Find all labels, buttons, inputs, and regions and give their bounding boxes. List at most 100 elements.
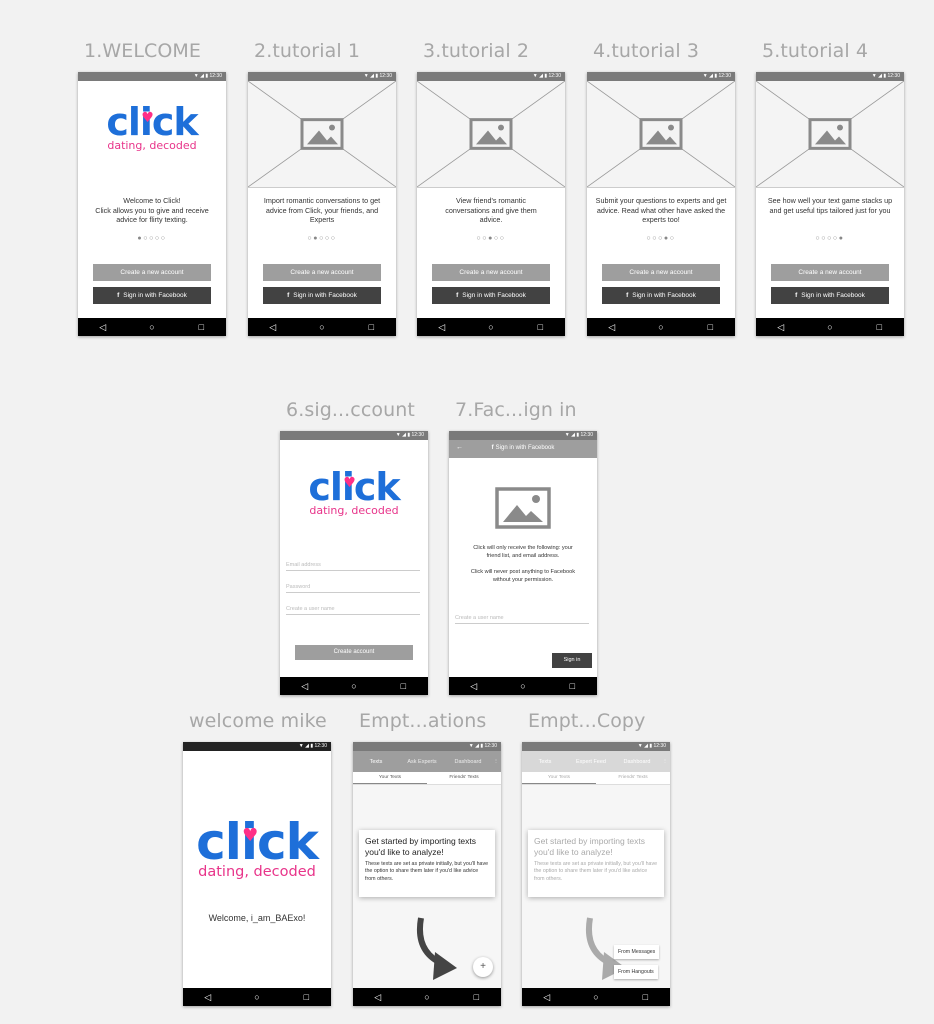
overflow-menu-icon[interactable]: ⋮	[491, 759, 501, 765]
home-icon[interactable]: ○	[142, 322, 162, 332]
home-icon[interactable]: ○	[513, 681, 533, 691]
back-icon[interactable]: ◁	[295, 681, 315, 692]
recent-apps-icon[interactable]: □	[191, 322, 211, 332]
username-field[interactable]: Create a user name	[455, 612, 589, 624]
create-account-button[interactable]: Create a new account	[771, 264, 889, 281]
facebook-signin-button[interactable]: f Sign in with Facebook	[771, 287, 889, 304]
welcome-username-text: Welcome, i_am_BAExo!	[208, 913, 306, 923]
board-title[interactable]: 2.tutorial 1	[254, 40, 360, 62]
heart-icon: ♥	[242, 825, 258, 846]
board-tutorial-2: 3.tutorial 2 ▼ ◢ ▮ 12:30 View friend's r…	[417, 40, 565, 336]
curved-arrow-icon	[413, 914, 463, 984]
import-from-hangouts-option[interactable]: From Hangouts	[614, 965, 658, 979]
tab-dashboard[interactable]: Dashboard	[445, 759, 491, 765]
create-account-button[interactable]: Create a new account	[432, 264, 550, 281]
home-icon[interactable]: ○	[586, 992, 606, 1002]
page-indicator[interactable]: ○○●○○	[417, 235, 565, 242]
email-field[interactable]: Email address	[286, 559, 420, 571]
create-account-button[interactable]: Create a new account	[602, 264, 720, 281]
create-account-button[interactable]: Create a new account	[263, 264, 381, 281]
create-account-submit-button[interactable]: Create account	[295, 645, 413, 660]
sign-in-button[interactable]: Sign in	[552, 653, 592, 668]
recent-apps-icon[interactable]: □	[393, 681, 413, 691]
board-title[interactable]: 3.tutorial 2	[423, 40, 529, 62]
facebook-signin-button[interactable]: f Sign in with Facebook	[432, 287, 550, 304]
board-facebook-sign-in: 7.Fac...ign in ▼ ◢ ▮ 12:30 ← f Sign in wi…	[449, 399, 597, 695]
page-indicator[interactable]: ○○○○●	[756, 235, 904, 242]
home-icon[interactable]: ○	[344, 681, 364, 691]
back-icon[interactable]: ◁	[368, 992, 388, 1003]
empty-state-title: Get started by importing texts you'd lik…	[534, 836, 646, 857]
subtab-friends-texts[interactable]: Friends' Texts	[596, 772, 670, 784]
add-text-fab-button[interactable]: +	[473, 957, 493, 977]
tab-expert-feed[interactable]: Expert Feed	[568, 759, 614, 765]
board-tutorial-1: 2.tutorial 1 ▼ ◢ ▮ 12:30 Import romantic…	[248, 40, 396, 336]
tutorial-text: Submit your questions to experts and get…	[595, 196, 727, 225]
subtab-your-texts[interactable]: Your Texts	[353, 772, 427, 784]
recent-apps-icon[interactable]: □	[466, 992, 486, 1002]
back-icon[interactable]: ◁	[432, 322, 452, 333]
back-icon[interactable]: ◁	[93, 322, 113, 333]
main-tabs: Texts Expert Feed Dashboard ⋮	[522, 751, 670, 772]
nav-bar: ◁ ○ □	[587, 318, 735, 336]
board-title[interactable]: Empt...Copy	[528, 710, 645, 732]
recent-apps-icon[interactable]: □	[700, 322, 720, 332]
board-title[interactable]: 6.sig...ccount	[286, 399, 415, 421]
home-icon[interactable]: ○	[247, 992, 267, 1002]
back-icon[interactable]: ◁	[198, 992, 218, 1003]
back-icon[interactable]: ◁	[464, 681, 484, 692]
tab-dashboard[interactable]: Dashboard	[614, 759, 660, 765]
facebook-icon: f	[491, 445, 494, 451]
nav-bar: ◁ ○ □	[756, 318, 904, 336]
sub-tabs: Your Texts Friends' Texts	[353, 772, 501, 785]
username-field[interactable]: Create a user name	[286, 603, 420, 615]
back-icon[interactable]: ◁	[602, 322, 622, 333]
nav-bar: ◁ ○ □	[183, 988, 331, 1006]
recent-apps-icon[interactable]: □	[562, 681, 582, 691]
status-bar: ▼ ◢ ▮ 12:30	[280, 431, 428, 440]
tab-ask-experts[interactable]: Ask Experts	[399, 759, 445, 765]
home-icon[interactable]: ○	[481, 322, 501, 332]
empty-state-body: These texts are set as private initially…	[365, 861, 489, 882]
create-account-button[interactable]: Create a new account	[93, 264, 211, 281]
main-tabs: Texts Ask Experts Dashboard ⋮	[353, 751, 501, 772]
board-title[interactable]: 5.tutorial 4	[762, 40, 868, 62]
import-from-messages-option[interactable]: From Messages	[614, 945, 660, 959]
status-bar: ▼ ◢ ▮ 12:30	[587, 72, 735, 81]
page-indicator[interactable]: ●○○○○	[78, 235, 226, 242]
recent-apps-icon[interactable]: □	[296, 992, 316, 1002]
back-icon[interactable]: ◁	[771, 322, 791, 333]
home-icon[interactable]: ○	[312, 322, 332, 332]
status-bar: ▼ ◢ ▮ 12:30	[353, 742, 501, 751]
subtab-your-texts[interactable]: Your Texts	[522, 772, 596, 784]
password-field[interactable]: Password	[286, 581, 420, 593]
facebook-signin-button[interactable]: f Sign in with Facebook	[93, 287, 211, 304]
board-title[interactable]: 7.Fac...ign in	[455, 399, 577, 421]
recent-apps-icon[interactable]: □	[869, 322, 889, 332]
image-placeholder-icon	[495, 487, 551, 529]
home-icon[interactable]: ○	[651, 322, 671, 332]
home-icon[interactable]: ○	[417, 992, 437, 1002]
back-icon[interactable]: ◁	[263, 322, 283, 333]
board-title[interactable]: welcome mike	[189, 710, 327, 732]
recent-apps-icon[interactable]: □	[361, 322, 381, 332]
subtab-friends-texts[interactable]: Friends' Texts	[427, 772, 501, 784]
facebook-signin-button[interactable]: f Sign in with Facebook	[602, 287, 720, 304]
tab-texts[interactable]: Texts	[522, 759, 568, 765]
home-icon[interactable]: ○	[820, 322, 840, 332]
facebook-signin-button[interactable]: f Sign in with Facebook	[263, 287, 381, 304]
status-bar: ▼ ◢ ▮ 12:30	[78, 72, 226, 81]
nav-bar: ◁ ○ □	[248, 318, 396, 336]
board-welcome-mike: welcome mike ▼ ◢ ▮ 12:30 click ♥ dating, …	[183, 710, 331, 1006]
page-indicator[interactable]: ○●○○○	[248, 235, 396, 242]
board-title[interactable]: 4.tutorial 3	[593, 40, 699, 62]
tab-texts[interactable]: Texts	[353, 759, 399, 765]
board-title[interactable]: Empt...ations	[359, 710, 486, 732]
page-indicator[interactable]: ○○○●○	[587, 235, 735, 242]
back-icon[interactable]: ◁	[537, 992, 557, 1003]
board-title[interactable]: 1.WELCOME	[84, 40, 201, 62]
recent-apps-icon[interactable]: □	[530, 322, 550, 332]
recent-apps-icon[interactable]: □	[635, 992, 655, 1002]
empty-state-title: Get started by importing texts you'd lik…	[365, 836, 477, 857]
overflow-menu-icon[interactable]: ⋮	[660, 759, 670, 765]
